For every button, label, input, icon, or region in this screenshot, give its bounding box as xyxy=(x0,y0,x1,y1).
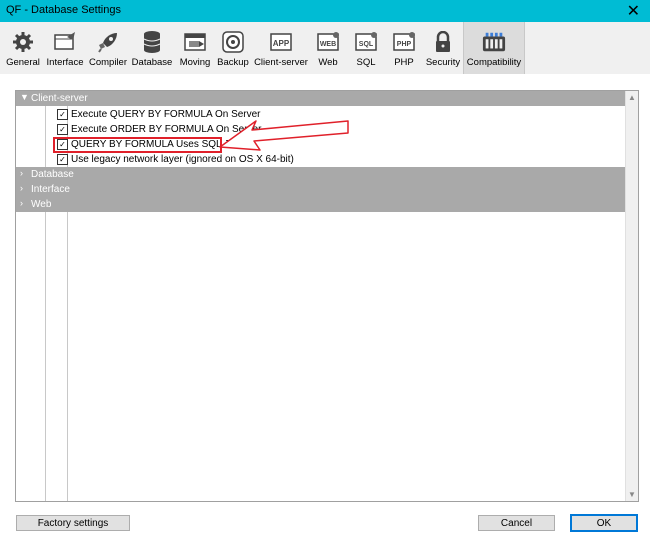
toolbar-item-moving[interactable]: Moving xyxy=(175,22,215,74)
group-label: Interface xyxy=(31,184,70,195)
settings-toolbar: General Interface Compiler Database Movi… xyxy=(0,22,650,74)
cancel-button[interactable]: Cancel xyxy=(478,515,555,531)
toolbar-item-compatibility[interactable]: Compatibility xyxy=(463,22,525,74)
svg-text:WEB: WEB xyxy=(320,41,336,48)
group-interface[interactable]: › Interface xyxy=(16,182,625,197)
toolbar-label: PHP xyxy=(394,57,414,68)
toolbar-item-client-server[interactable]: APP Client-server xyxy=(254,22,308,74)
rocket-icon xyxy=(96,30,120,54)
scroll-up-icon[interactable]: ▲ xyxy=(628,93,636,102)
tree-guide-line xyxy=(45,91,46,501)
checkbox[interactable]: ✓ xyxy=(57,108,68,120)
interface-icon xyxy=(53,30,77,54)
backup-icon xyxy=(221,30,245,54)
svg-text:PHP: PHP xyxy=(397,41,412,48)
toolbar-item-web[interactable]: WEB Web xyxy=(312,22,344,74)
toolbar-label: General xyxy=(6,57,40,68)
settings-panel: ▼ Client-server ✓ Execute QUERY BY FORMU… xyxy=(15,90,639,502)
svg-text:SQL: SQL xyxy=(359,41,374,48)
chevron-down-icon[interactable]: ▼ xyxy=(20,92,29,102)
checkbox[interactable]: ✓ xyxy=(57,123,68,135)
toolbar-label: Database xyxy=(131,57,173,68)
group-web[interactable]: › Web xyxy=(16,197,625,212)
annotation-arrow-icon xyxy=(219,120,349,151)
close-icon[interactable]: ✕ xyxy=(627,1,640,21)
option-label: Use legacy network layer (ignored on OS … xyxy=(71,153,294,165)
checkbox[interactable]: ✓ xyxy=(57,153,68,165)
group-label: Client-server xyxy=(31,93,88,104)
chevron-right-icon[interactable]: › xyxy=(20,183,23,193)
toolbar-item-database[interactable]: Database xyxy=(132,22,172,74)
toolbar-label: Security xyxy=(425,57,461,68)
chevron-right-icon[interactable]: › xyxy=(20,198,23,208)
group-label: Database xyxy=(31,169,74,180)
toolbar-label: Compatibility xyxy=(466,57,522,68)
window-titlebar: QF - Database Settings ✕ xyxy=(0,0,650,22)
web-icon: WEB xyxy=(316,30,340,54)
php-icon: PHP xyxy=(392,30,416,54)
highlight-box xyxy=(53,137,222,153)
moving-icon xyxy=(183,30,207,54)
group-label: Web xyxy=(31,199,52,210)
gear-icon xyxy=(11,30,35,54)
toolbar-item-compiler[interactable]: Compiler xyxy=(87,22,129,74)
compatibility-icon xyxy=(482,30,506,54)
toolbar-label: SQL xyxy=(356,57,376,68)
group-database[interactable]: › Database xyxy=(16,167,625,182)
factory-settings-button[interactable]: Factory settings xyxy=(16,515,130,531)
database-icon xyxy=(140,30,164,54)
toolbar-label: Web xyxy=(318,57,338,68)
window-title: QF - Database Settings xyxy=(6,4,121,16)
vertical-scrollbar[interactable]: ▲ ▼ xyxy=(625,91,638,501)
sql-icon: SQL xyxy=(354,30,378,54)
toolbar-item-general[interactable]: General xyxy=(2,22,44,74)
ok-button[interactable]: OK xyxy=(570,514,638,532)
toolbar-label: Client-server xyxy=(254,57,308,68)
app-icon: APP xyxy=(269,30,293,54)
svg-text:APP: APP xyxy=(273,39,290,48)
chevron-right-icon[interactable]: › xyxy=(20,168,23,178)
toolbar-item-sql[interactable]: SQL SQL xyxy=(350,22,382,74)
scroll-down-icon[interactable]: ▼ xyxy=(628,490,636,499)
option-legacy-network-layer[interactable]: ✓ Use legacy network layer (ignored on O… xyxy=(57,152,294,166)
toolbar-item-security[interactable]: Security xyxy=(424,22,462,74)
toolbar-label: Moving xyxy=(179,57,211,68)
toolbar-label: Backup xyxy=(217,57,249,68)
toolbar-item-php[interactable]: PHP PHP xyxy=(388,22,420,74)
lock-icon xyxy=(431,30,455,54)
toolbar-label: Compiler xyxy=(88,57,127,68)
toolbar-label: Interface xyxy=(46,57,84,68)
toolbar-item-backup[interactable]: Backup xyxy=(216,22,250,74)
group-client-server[interactable]: ▼ Client-server xyxy=(16,91,625,106)
toolbar-item-interface[interactable]: Interface xyxy=(45,22,85,74)
